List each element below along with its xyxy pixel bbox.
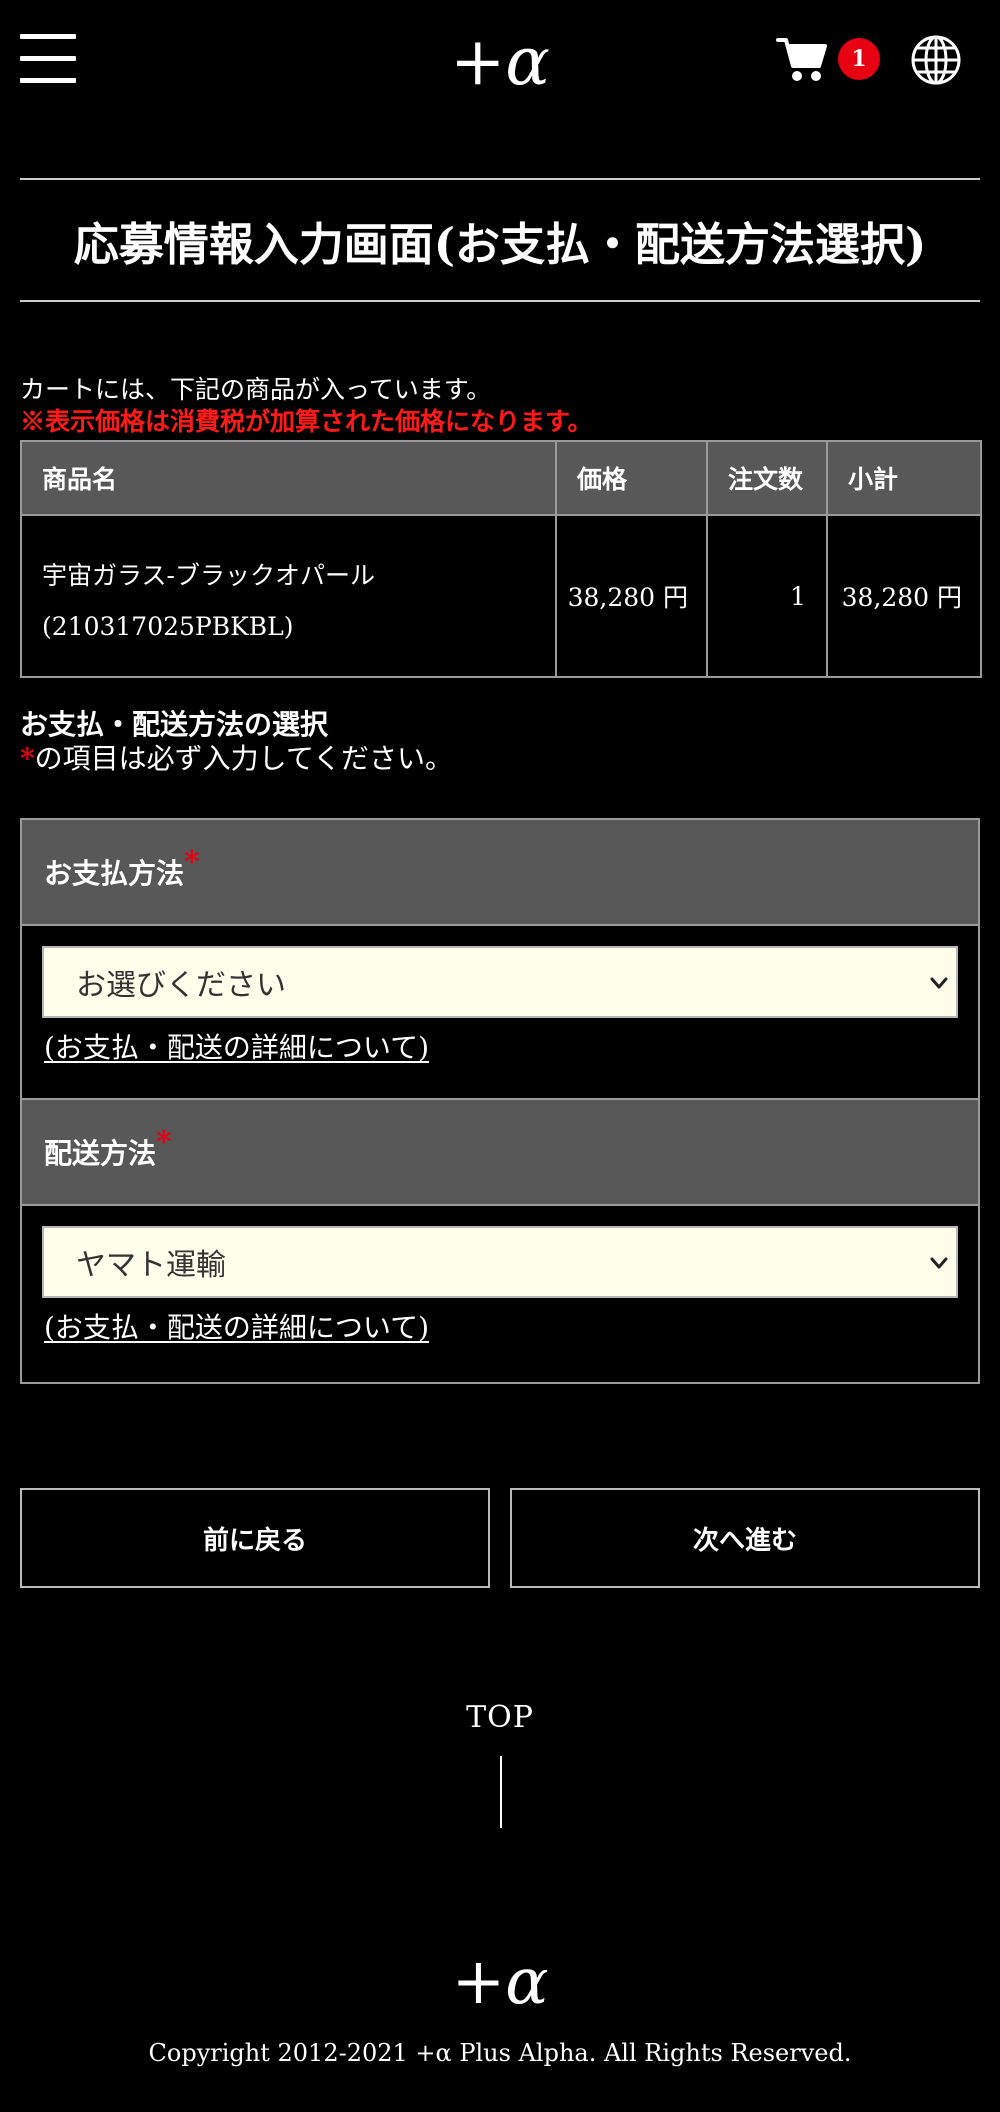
required-star: *: [184, 844, 200, 880]
product-price: 38,280 円: [555, 514, 708, 678]
required-note: *の項目は必ず入力してください。: [20, 742, 453, 776]
shipping-method-body: ヤマト運輸 (お支払・配送の詳細について): [22, 1206, 978, 1380]
column-header-product: 商品名: [20, 440, 557, 516]
required-star: *: [156, 1124, 172, 1160]
product-name: 宇宙ガラス-ブラックオパール: [42, 561, 375, 590]
cart-count-badge[interactable]: 1: [838, 38, 880, 80]
column-header-subtotal: 小計: [826, 440, 982, 516]
copyright-text: Copyright 2012-2021 +α Plus Alpha. All R…: [148, 2039, 852, 2067]
chevron-down-icon: [930, 1257, 948, 1269]
column-header-price: 価格: [555, 440, 708, 516]
cart-intro-text: カートには、下記の商品が入っています。: [20, 375, 492, 404]
product-name-cell: 宇宙ガラス-ブラックオパール (210317025PBKBL): [20, 514, 557, 678]
tax-notice: ※表示価格は消費税が加算された価格になります。: [20, 407, 593, 436]
back-to-top-link[interactable]: TOP: [400, 1700, 600, 1735]
required-note-text: の項目は必ず入力してください。: [34, 742, 453, 775]
product-quantity: 1: [706, 514, 828, 678]
chevron-down-icon: [930, 977, 948, 989]
payment-method-select[interactable]: お選びください: [42, 946, 958, 1018]
shipping-method-header: 配送方法 *: [22, 1100, 978, 1206]
payment-method-body: お選びください (お支払・配送の詳細について): [22, 926, 978, 1100]
cart-table: 商品名 価格 注文数 小計 宇宙ガラス-ブラックオパール (210317025P…: [20, 440, 982, 678]
page-title: 応募情報入力画面(お支払・配送方法選択): [73, 217, 927, 271]
payment-shipping-form: お支払方法 * お選びください (お支払・配送の詳細について) 配送方法 * ヤマト…: [20, 818, 980, 1384]
site-logo[interactable]: +α: [420, 22, 580, 102]
shipping-method-label: 配送方法: [44, 1137, 157, 1170]
payment-method-header: お支払方法 *: [22, 820, 978, 926]
cart-icon[interactable]: [776, 34, 828, 84]
shipping-method-select[interactable]: ヤマト運輸: [42, 1226, 958, 1298]
column-header-quantity: 注文数: [706, 440, 828, 516]
product-code: (210317025PBKBL): [42, 612, 294, 641]
table-row: 宇宙ガラス-ブラックオパール (210317025PBKBL) 38,280 円…: [20, 514, 982, 678]
section-heading: お支払・配送方法の選択: [20, 708, 329, 741]
product-subtotal: 38,280 円: [826, 514, 982, 678]
page-title-box: 応募情報入力画面(お支払・配送方法選択): [20, 178, 980, 302]
next-button[interactable]: 次へ進む: [510, 1488, 980, 1588]
globe-icon[interactable]: [910, 34, 962, 86]
site-header: +α 1: [0, 0, 1000, 140]
back-button[interactable]: 前に戻る: [20, 1488, 490, 1588]
shipping-method-value: ヤマト運輸: [76, 1248, 226, 1283]
menu-icon[interactable]: [20, 34, 76, 84]
payment-detail-link[interactable]: (お支払・配送の詳細について): [44, 1030, 429, 1066]
table-header-row: 商品名 価格 注文数 小計: [20, 440, 982, 516]
footer-logo[interactable]: +α: [430, 1940, 570, 2024]
payment-method-value: お選びください: [76, 968, 286, 1003]
payment-method-label: お支払方法: [44, 857, 185, 890]
top-divider-line: [500, 1756, 502, 1828]
required-star: *: [20, 742, 35, 775]
shipping-detail-link[interactable]: (お支払・配送の詳細について): [44, 1310, 429, 1346]
